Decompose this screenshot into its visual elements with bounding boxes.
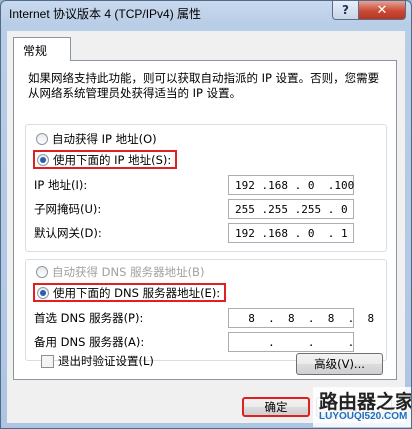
radio-auto-dns-indicator[interactable] xyxy=(36,266,48,278)
dialog-window: Internet 协议版本 4 (TCP/IPv4) 属性 ? ✕ 常规 如果网… xyxy=(0,0,412,429)
alternate-dns-label: 备用 DNS 服务器(A): xyxy=(34,335,145,349)
ip-settings-group: 自动获得 IP 地址(O) 使用下面的 IP 地址(S): IP 地址(I): … xyxy=(25,124,387,252)
alternate-dns-row: 备用 DNS 服务器(A): . . . xyxy=(34,332,380,352)
help-button[interactable]: ? xyxy=(332,1,359,20)
radio-auto-ip-label: 自动获得 IP 地址(O) xyxy=(52,132,157,146)
ok-button[interactable]: 确定 xyxy=(242,397,310,417)
subnet-mask-input[interactable]: 255 .255 .255 . 0 xyxy=(228,199,354,219)
title-bar[interactable]: Internet 协议版本 4 (TCP/IPv4) 属性 ? ✕ xyxy=(1,1,411,25)
default-gateway-input[interactable]: 192 .168 . 0 . 1 xyxy=(228,223,354,243)
radio-manual-ip-label: 使用下面的 IP 地址(S): xyxy=(53,152,172,167)
preferred-dns-label: 首选 DNS 服务器(P): xyxy=(34,311,144,325)
preferred-dns-row: 首选 DNS 服务器(P): 8 . 8 . 8 . 8 xyxy=(34,308,380,328)
description-text: 如果网络支持此功能，则可以获取自动指派的 IP 设置。否则，您需要从网络系统管理… xyxy=(28,71,380,100)
radio-manual-dns[interactable]: 使用下面的 DNS 服务器地址(E): xyxy=(33,283,227,302)
radio-auto-ip-indicator[interactable] xyxy=(36,133,48,145)
dns-settings-group: 自动获得 DNS 服务器地址(B) 使用下面的 DNS 服务器地址(E): 首选… xyxy=(25,259,387,361)
close-button[interactable]: ✕ xyxy=(358,1,406,20)
radio-manual-dns-label: 使用下面的 DNS 服务器地址(E): xyxy=(53,285,221,300)
radio-auto-dns[interactable]: 自动获得 DNS 服务器地址(B) xyxy=(36,264,204,280)
validate-on-exit-label: 退出时验证设置(L) xyxy=(58,354,154,368)
default-gateway-label: 默认网关(D): xyxy=(34,226,102,240)
validate-on-exit-box[interactable] xyxy=(41,354,54,368)
tab-panel-general: 如果网络支持此功能，则可以获取自动指派的 IP 设置。否则，您需要从网络系统管理… xyxy=(13,60,397,380)
site-watermark: 路由器之家 LUYOUQI520.COM xyxy=(313,387,412,427)
radio-auto-ip[interactable]: 自动获得 IP 地址(O) xyxy=(36,131,157,147)
alternate-dns-input[interactable]: . . . xyxy=(228,332,354,352)
validate-on-exit-checkbox[interactable]: 退出时验证设置(L) xyxy=(41,353,154,369)
subnet-mask-row: 子网掩码(U): 255 .255 .255 . 0 xyxy=(34,199,380,219)
radio-manual-ip[interactable]: 使用下面的 IP 地址(S): xyxy=(33,150,178,169)
ip-address-input[interactable]: 192 .168 . 0 .100 xyxy=(228,175,354,195)
subnet-mask-label: 子网掩码(U): xyxy=(34,202,102,216)
window-title: Internet 协议版本 4 (TCP/IPv4) 属性 xyxy=(9,7,202,21)
preferred-dns-input[interactable]: 8 . 8 . 8 . 8 xyxy=(228,308,374,328)
radio-auto-dns-label: 自动获得 DNS 服务器地址(B) xyxy=(52,265,205,279)
ip-address-row: IP 地址(I): 192 .168 . 0 .100 xyxy=(34,175,380,195)
dialog-client-area: 常规 如果网络支持此功能，则可以获取自动指派的 IP 设置。否则，您需要从网络系… xyxy=(7,31,405,423)
default-gateway-row: 默认网关(D): 192 .168 . 0 . 1 xyxy=(34,223,380,243)
watermark-text: 路由器之家 xyxy=(319,391,412,413)
watermark-url: LUYOUQI520.COM xyxy=(319,411,408,422)
radio-manual-ip-indicator[interactable] xyxy=(37,153,49,166)
tab-general[interactable]: 常规 xyxy=(13,37,71,61)
radio-manual-dns-indicator[interactable] xyxy=(37,286,49,299)
advanced-button[interactable]: 高级(V)... xyxy=(296,353,383,375)
ip-address-label: IP 地址(I): xyxy=(34,178,88,192)
